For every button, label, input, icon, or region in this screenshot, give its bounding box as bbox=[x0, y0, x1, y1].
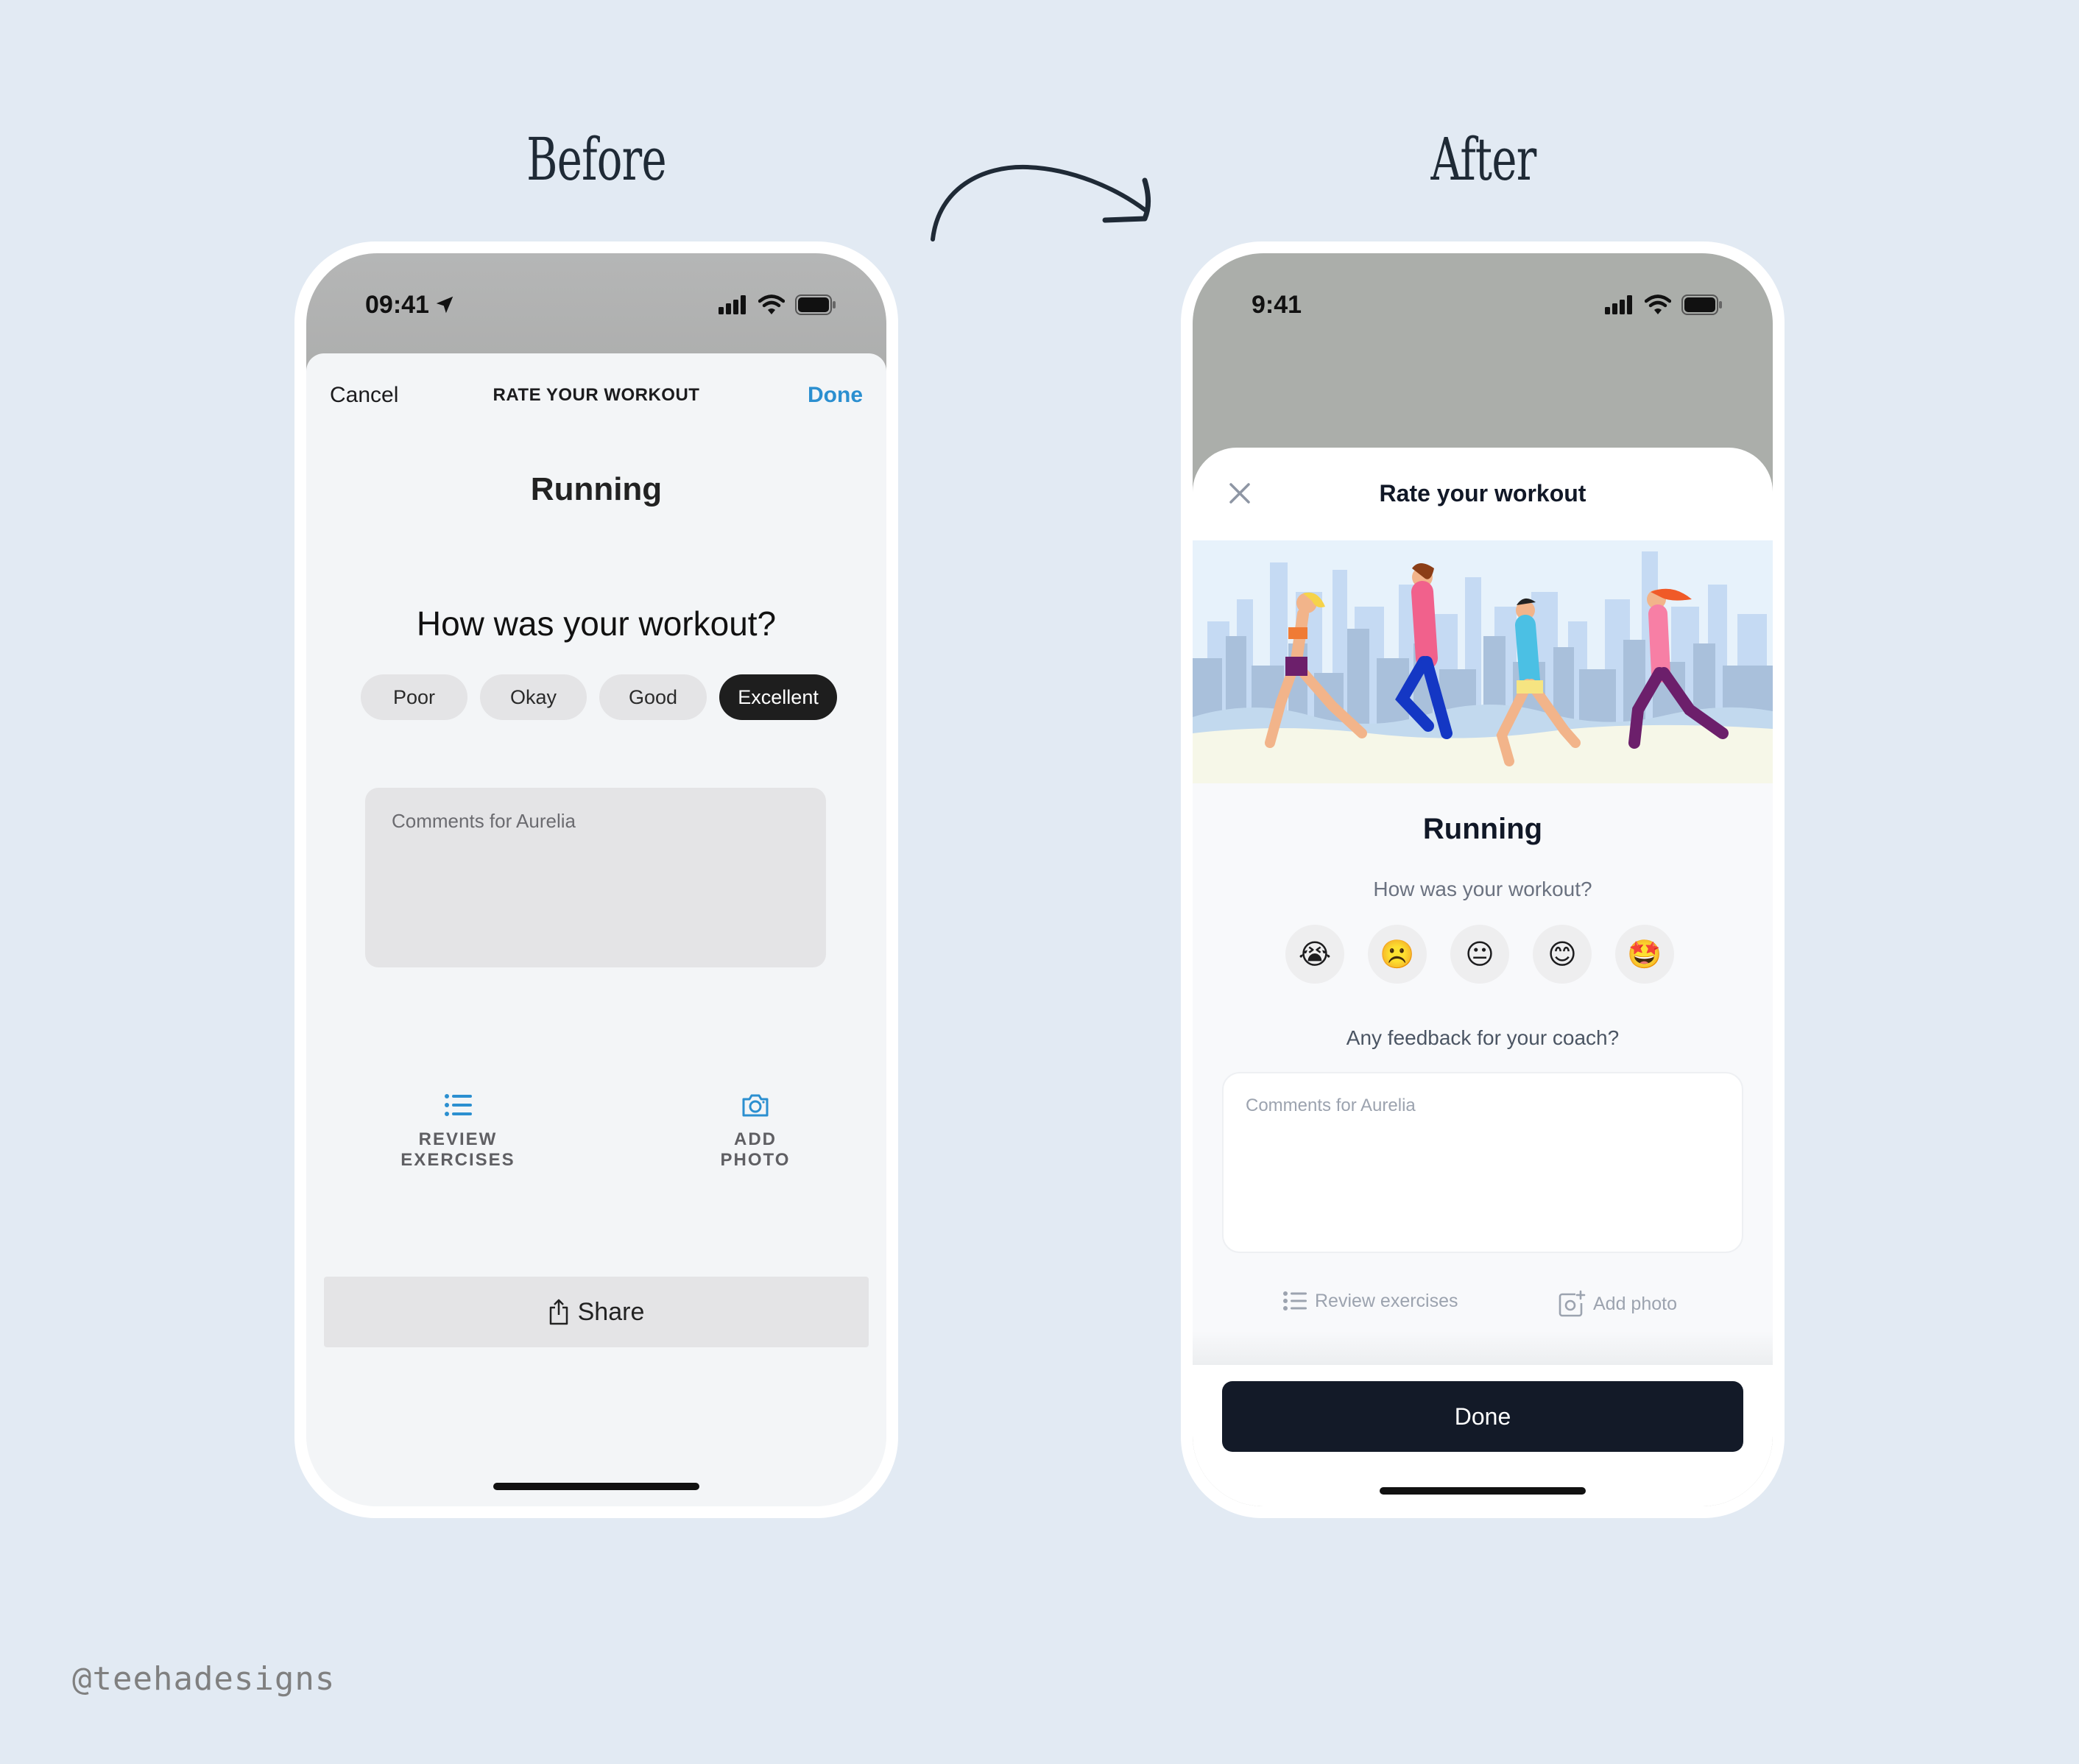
rating-neutral-button[interactable]: 😐 bbox=[1450, 925, 1509, 984]
location-arrow-icon bbox=[436, 296, 453, 314]
rating-options: Poor Okay Good Excellent bbox=[361, 674, 838, 720]
runners-illustration bbox=[1193, 540, 1773, 783]
camera-icon bbox=[742, 1094, 769, 1117]
home-indicator bbox=[493, 1483, 699, 1490]
rating-awful-button[interactable]: 😭 bbox=[1285, 925, 1344, 984]
nav-title: Rate your workout bbox=[1379, 479, 1586, 507]
cellular-signal-icon bbox=[719, 295, 746, 314]
rating-excellent-button[interactable]: Excellent bbox=[719, 674, 838, 720]
status-bar: 09:41 bbox=[306, 253, 886, 334]
scroll-fade bbox=[1193, 1331, 1773, 1365]
rating-good-button[interactable]: Good bbox=[599, 674, 707, 720]
share-label: Share bbox=[577, 1297, 645, 1326]
rating-body: Running How was your workout? 😭 ☹️ 😐 😊 🤩… bbox=[1193, 783, 1773, 1365]
rate-workout-sheet: Rate your workout Running How was your w… bbox=[1193, 448, 1773, 1506]
rating-good-button[interactable]: 😊 bbox=[1533, 925, 1592, 984]
battery-icon bbox=[795, 294, 836, 315]
rating-poor-button[interactable]: Poor bbox=[361, 674, 467, 720]
review-exercises-link[interactable]: Review exercises bbox=[1282, 1290, 1458, 1312]
after-screen: 9:41 Rate your workout Running How was y… bbox=[1193, 253, 1773, 1506]
nav-bar: RATE YOUR WORKOUT Cancel Done bbox=[330, 383, 863, 408]
rating-bad-button[interactable]: ☹️ bbox=[1368, 925, 1427, 984]
rate-workout-sheet: RATE YOUR WORKOUT Cancel Done Running Ho… bbox=[306, 353, 886, 1506]
add-photo-button[interactable]: ADD PHOTO bbox=[689, 1090, 822, 1171]
list-icon bbox=[1283, 1291, 1307, 1310]
watermark: @teehadesigns bbox=[72, 1660, 336, 1698]
cellular-signal-icon bbox=[1605, 295, 1632, 314]
share-icon bbox=[549, 1299, 568, 1325]
add-photo-link[interactable]: Add photo bbox=[1558, 1290, 1677, 1318]
comments-placeholder: Comments for Aurelia bbox=[392, 810, 576, 832]
comments-placeholder: Comments for Aurelia bbox=[1246, 1096, 1416, 1115]
comments-input[interactable]: Comments for Aurelia bbox=[1222, 1072, 1743, 1253]
list-icon bbox=[445, 1094, 472, 1116]
status-time: 09:41 bbox=[365, 290, 429, 319]
feedback-question: Any feedback for your coach? bbox=[1346, 1026, 1620, 1049]
review-line-2: EXERCISES bbox=[400, 1150, 515, 1170]
done-label: Done bbox=[1454, 1403, 1511, 1430]
done-button[interactable]: Done bbox=[808, 383, 863, 408]
activity-title: Running bbox=[530, 471, 663, 507]
before-phone: 09:41 RATE YOUR WORKOUT Cancel Done Runn… bbox=[294, 241, 898, 1518]
cancel-button[interactable]: Cancel bbox=[330, 383, 398, 408]
status-time: 9:41 bbox=[1252, 290, 1302, 319]
photo-line-1: ADD bbox=[734, 1129, 777, 1149]
nav-bar: Rate your workout bbox=[1193, 448, 1773, 539]
review-exercises-label: Review exercises bbox=[1315, 1290, 1458, 1311]
home-indicator bbox=[1380, 1487, 1586, 1495]
after-phone: 9:41 Rate your workout Running How was y… bbox=[1181, 241, 1785, 1518]
rating-okay-button[interactable]: Okay bbox=[480, 674, 587, 720]
wifi-icon bbox=[758, 294, 785, 314]
before-screen: 09:41 RATE YOUR WORKOUT Cancel Done Runn… bbox=[306, 253, 886, 1506]
nav-title: RATE YOUR WORKOUT bbox=[493, 385, 700, 405]
comments-input[interactable]: Comments for Aurelia bbox=[365, 788, 826, 967]
workout-question: How was your workout? bbox=[1373, 878, 1592, 900]
before-heading: Before bbox=[526, 125, 666, 194]
rating-amazing-button[interactable]: 🤩 bbox=[1615, 925, 1674, 984]
status-bar: 9:41 bbox=[1193, 253, 1773, 334]
close-icon[interactable] bbox=[1225, 479, 1254, 508]
wifi-icon bbox=[1645, 294, 1671, 314]
camera-plus-icon bbox=[1559, 1290, 1586, 1317]
after-heading: After bbox=[1430, 125, 1536, 194]
review-line-1: REVIEW bbox=[418, 1129, 498, 1149]
share-button[interactable]: Share bbox=[324, 1277, 869, 1347]
photo-line-2: PHOTO bbox=[720, 1150, 791, 1170]
emoji-rating-options: 😭 ☹️ 😐 😊 🤩 bbox=[1285, 925, 1674, 984]
review-exercises-button[interactable]: REVIEW EXERCISES bbox=[377, 1090, 539, 1171]
curved-arrow-icon bbox=[931, 164, 1151, 241]
battery-icon bbox=[1681, 294, 1722, 315]
workout-question: How was your workout? bbox=[416, 604, 777, 643]
activity-title: Running bbox=[1422, 813, 1543, 845]
done-button[interactable]: Done bbox=[1222, 1381, 1743, 1452]
add-photo-label: Add photo bbox=[1593, 1293, 1677, 1314]
